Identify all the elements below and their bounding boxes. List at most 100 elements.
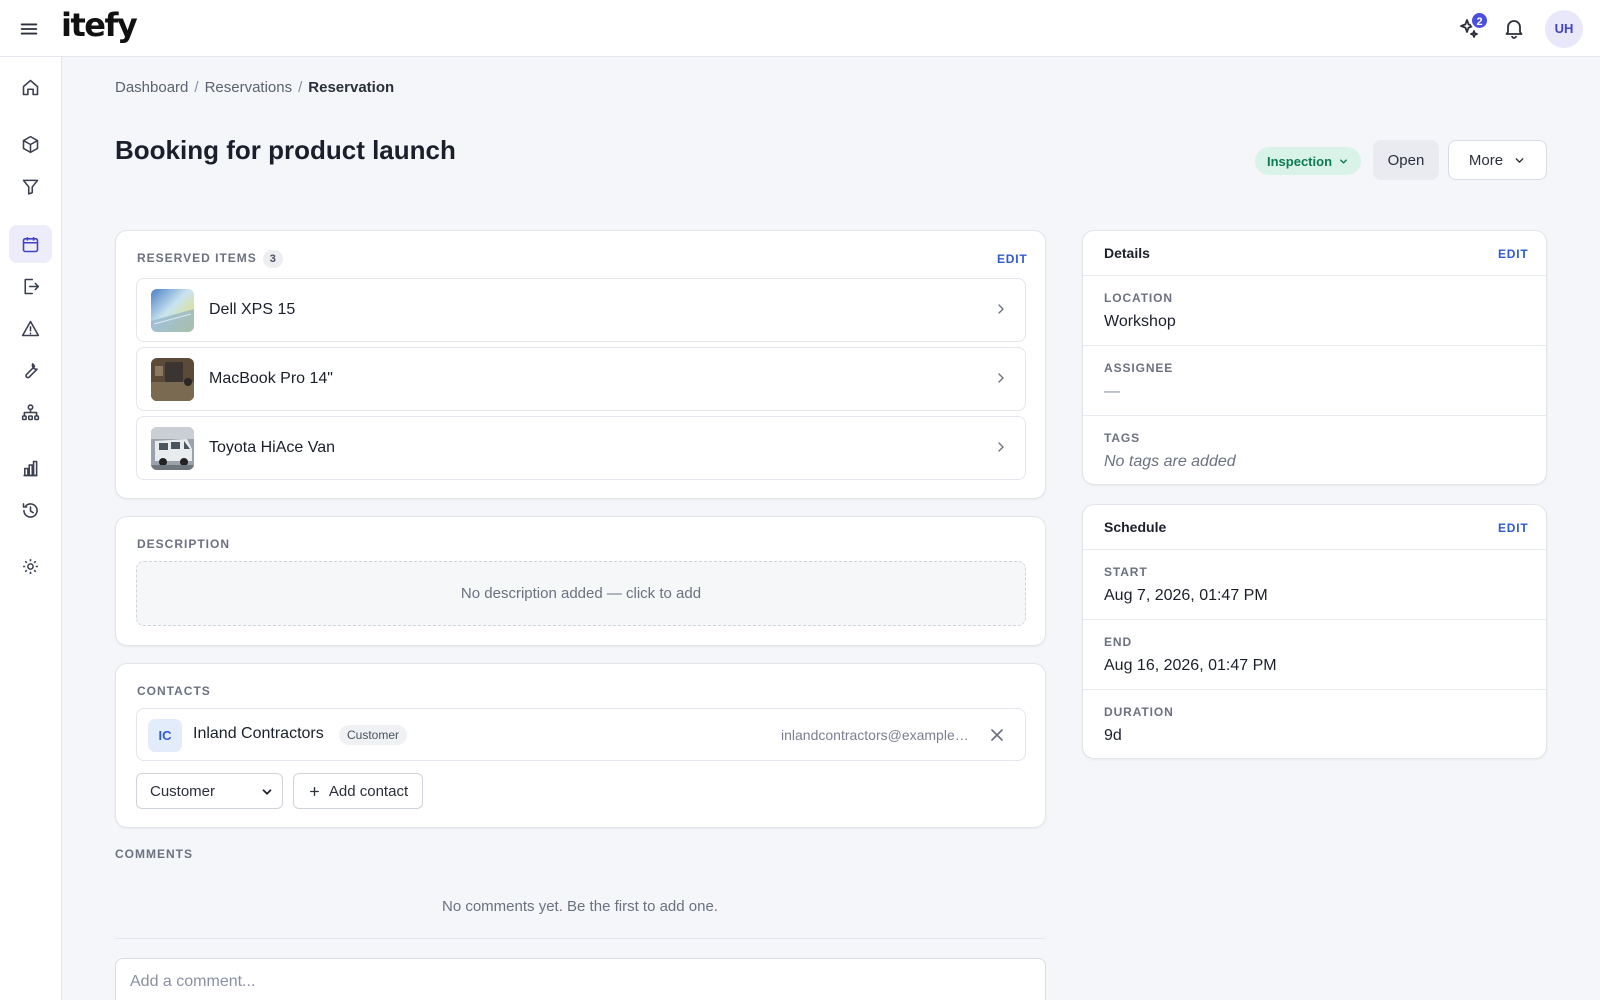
breadcrumb-dashboard[interactable]: Dashboard — [115, 79, 188, 96]
calendar-icon — [22, 236, 39, 252]
duration-value: 9d — [1104, 727, 1122, 744]
item-thumbnail — [151, 358, 194, 401]
location-label: Location — [1104, 291, 1173, 305]
sidebar — [0, 57, 62, 1000]
item-name: Dell XPS 15 — [209, 301, 296, 318]
assignee-label: Assignee — [1104, 361, 1174, 375]
tags-label: Tags — [1104, 431, 1141, 445]
contact-avatar: IC — [148, 719, 182, 752]
reserved-item-row[interactable]: Dell XPS 15 — [136, 278, 1026, 342]
add-contact-label: Add contact — [328, 782, 409, 800]
checkout-icon — [24, 278, 40, 294]
contact-role-badge: Customer — [339, 725, 408, 745]
nav-maintenance[interactable] — [9, 351, 52, 389]
chevron-right-icon — [998, 373, 1004, 383]
end-value: Aug 16, 2026, 01:47 PM — [1104, 657, 1277, 674]
breadcrumb-separator: / — [194, 79, 199, 96]
reserved-item-row[interactable]: Toyota HiAce Van — [136, 416, 1026, 480]
divider — [1083, 275, 1547, 276]
start-value: Aug 7, 2026, 01:47 PM — [1104, 587, 1268, 604]
user-avatar[interactable]: UH — [1545, 10, 1583, 48]
nav-settings[interactable] — [9, 547, 52, 585]
chevron-down-icon — [262, 789, 272, 795]
reserved-item-row[interactable]: MacBook Pro 14" — [136, 347, 1026, 411]
reserved-items-card: Reserved Items 3 EDIT Dell XPS 15 MacBook… — [115, 230, 1046, 499]
divider — [1083, 345, 1547, 346]
reserved-items-count: 3 — [262, 250, 283, 268]
status-dropdown[interactable]: Inspection — [1255, 147, 1362, 175]
chevron-down-icon — [1340, 158, 1347, 164]
nav-organization[interactable] — [9, 393, 52, 431]
location-value: Workshop — [1104, 313, 1176, 330]
nav-history[interactable] — [9, 491, 52, 529]
tags-value: No tags are added — [1104, 453, 1236, 470]
menu-icon[interactable] — [18, 18, 40, 40]
contact-row: IC Inland Contractors Customer inlandcon… — [136, 708, 1026, 761]
item-name: MacBook Pro 14" — [209, 370, 333, 387]
nav-checkouts[interactable] — [9, 267, 52, 305]
contact-email[interactable]: inlandcontractors@example.com — [781, 727, 971, 743]
details-edit-button[interactable]: EDIT — [1498, 247, 1529, 261]
history-icon — [22, 502, 38, 518]
nav-home[interactable] — [9, 68, 52, 106]
settings-icon — [23, 558, 38, 574]
contact-role-select-value: Customer — [150, 782, 216, 800]
comment-input[interactable]: Add a comment... — [115, 958, 1046, 1000]
divider — [115, 938, 1045, 939]
contacts-card: Contacts IC Inland Contractors Customer … — [115, 663, 1046, 828]
breadcrumb-separator: / — [298, 79, 303, 96]
status-label: Inspection — [1267, 153, 1333, 169]
reserved-items-header: Reserved Items 3 — [137, 250, 283, 268]
more-button[interactable]: More — [1448, 140, 1547, 180]
reserved-items-label: Reserved Items — [137, 251, 257, 265]
details-title: Details — [1104, 245, 1150, 261]
details-panel: Details EDIT Location Workshop Assignee … — [1082, 230, 1547, 485]
bar-chart-icon — [23, 460, 38, 476]
contact-name[interactable]: Inland Contractors — [193, 725, 324, 743]
description-card: Description No description added — click… — [115, 516, 1046, 646]
contacts-label: Contacts — [137, 684, 211, 698]
nav-filters[interactable] — [9, 167, 52, 205]
top-bar: itefy 2 UH — [0, 0, 1600, 57]
nav-assets[interactable] — [9, 125, 52, 163]
box-icon — [22, 135, 39, 153]
app-logo[interactable]: itefy — [61, 6, 138, 44]
remove-contact-icon[interactable] — [987, 725, 1007, 745]
divider — [1083, 689, 1547, 690]
notification-count-badge: 2 — [1470, 11, 1489, 30]
chevron-right-icon — [998, 442, 1004, 452]
divider — [1083, 415, 1547, 416]
breadcrumb: Dashboard / Reservations / Reservation — [115, 79, 394, 96]
nav-issues[interactable] — [9, 309, 52, 347]
add-contact-button[interactable]: Add contact — [293, 773, 423, 809]
start-label: Start — [1104, 565, 1148, 579]
open-button[interactable]: Open — [1373, 140, 1439, 180]
duration-label: Duration — [1104, 705, 1174, 719]
description-empty-placeholder[interactable]: No description added — click to add — [136, 561, 1026, 626]
warning-icon — [21, 320, 40, 336]
home-icon — [22, 79, 39, 95]
schedule-edit-button[interactable]: EDIT — [1498, 521, 1529, 535]
more-label: More — [1468, 151, 1504, 169]
chevron-down-icon — [1515, 157, 1524, 163]
breadcrumb-current: Reservation — [308, 79, 395, 96]
schedule-title: Schedule — [1104, 519, 1167, 535]
plus-icon — [309, 786, 319, 796]
bell-icon[interactable] — [1502, 16, 1526, 40]
page-title: Booking for product launch — [115, 135, 456, 165]
nav-reports[interactable] — [9, 449, 52, 487]
description-label: Description — [137, 537, 231, 551]
org-chart-icon — [21, 403, 40, 420]
comments-empty-message: No comments yet. Be the first to add one… — [442, 898, 718, 915]
divider — [1083, 549, 1547, 550]
wrench-icon — [25, 362, 38, 378]
assignee-value: — — [1104, 383, 1120, 400]
contact-role-select[interactable]: Customer — [136, 773, 283, 809]
filter-icon — [22, 179, 39, 195]
divider — [1083, 619, 1547, 620]
reserved-items-edit-button[interactable]: EDIT — [997, 252, 1028, 266]
chevron-right-icon — [998, 304, 1004, 314]
schedule-panel: Schedule EDIT Start Aug 7, 2026, 01:47 P… — [1082, 504, 1547, 759]
breadcrumb-reservations[interactable]: Reservations — [205, 79, 293, 96]
nav-reservations[interactable] — [9, 225, 52, 263]
